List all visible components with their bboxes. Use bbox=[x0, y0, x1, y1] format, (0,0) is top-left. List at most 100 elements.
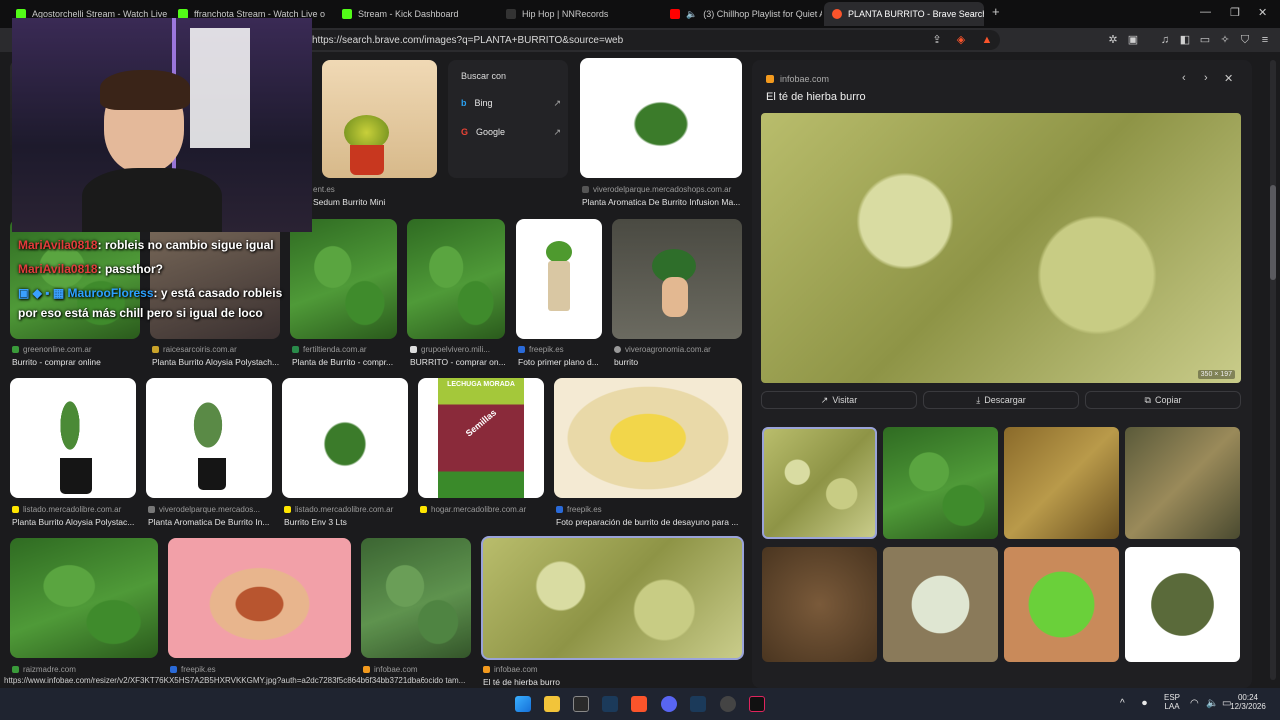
scrollbar-track[interactable] bbox=[1270, 60, 1276, 680]
related-image-4[interactable] bbox=[1125, 427, 1240, 539]
result-image-4[interactable] bbox=[150, 219, 280, 339]
result-caption[interactable]: El té de hierba burro bbox=[483, 677, 623, 687]
result-source: greenonline.com.ar bbox=[12, 345, 142, 354]
result-image-16[interactable] bbox=[361, 538, 471, 658]
address-bar[interactable]: https://search.brave.com/images?q=PLANTA… bbox=[300, 30, 1000, 50]
tiktok-icon[interactable] bbox=[749, 696, 765, 712]
plant bbox=[55, 388, 85, 463]
result-caption[interactable]: Planta Aromatica De Burrito In... bbox=[148, 517, 273, 527]
tab-chillhop[interactable]: 🔈 (3) Chillhop Playlist for Quiet Afte bbox=[662, 2, 822, 26]
chat-message: MariAvila0818: robleis no cambio sigue i… bbox=[18, 238, 274, 252]
result-caption[interactable]: Foto primer plano d... bbox=[518, 357, 606, 367]
tab-kick-dashboard[interactable]: Stream - Kick Dashboard bbox=[334, 2, 494, 26]
prev-arrow-icon[interactable]: ‹ bbox=[1182, 72, 1186, 84]
shirt bbox=[82, 168, 222, 232]
result-image-6[interactable] bbox=[407, 219, 505, 339]
result-image-2[interactable] bbox=[580, 58, 742, 178]
result-caption[interactable]: Planta Aromatica De Burrito Infusion Ma.… bbox=[582, 197, 744, 207]
input-language[interactable]: ESP LAA bbox=[1160, 693, 1184, 711]
steam-icon[interactable] bbox=[602, 696, 618, 712]
brave-rewards-icon[interactable]: ▲ bbox=[980, 33, 994, 47]
brave-icon[interactable] bbox=[631, 696, 647, 712]
result-caption[interactable]: Burrito Env 3 Lts bbox=[284, 517, 409, 527]
result-image-15[interactable] bbox=[168, 538, 351, 658]
discord-icon[interactable] bbox=[661, 696, 677, 712]
infobae-icon bbox=[766, 75, 774, 83]
tab-title: Stream - Kick Dashboard bbox=[358, 9, 459, 19]
status-bar-url: https://www.infobae.com/resizer/v2/XF3KT… bbox=[0, 676, 436, 688]
tab-title: Hip Hop | NNRecords bbox=[522, 9, 609, 19]
result-caption[interactable]: Planta Burrito Aloysia Polystac... bbox=[12, 517, 137, 527]
brave-shields-icon[interactable]: ◈ bbox=[954, 33, 968, 47]
pot bbox=[350, 145, 384, 175]
obs-icon[interactable] bbox=[720, 696, 736, 712]
related-image-6[interactable] bbox=[883, 547, 998, 662]
search-with-bing[interactable]: b Bing ↗ bbox=[461, 96, 561, 110]
search-with-google[interactable]: G Google ↗ bbox=[461, 125, 561, 139]
share-icon[interactable]: ⇪ bbox=[930, 33, 944, 47]
stream-webcam-overlay bbox=[12, 18, 312, 232]
result-image-selected[interactable] bbox=[481, 536, 744, 660]
result-image-7[interactable] bbox=[516, 219, 602, 339]
result-image-10[interactable] bbox=[146, 378, 272, 498]
tab-planta-burrito[interactable]: PLANTA BURRITO - Brave Search ✕ bbox=[824, 2, 984, 26]
close-window-button[interactable]: ✕ bbox=[1258, 6, 1267, 19]
result-image-14[interactable] bbox=[10, 538, 158, 658]
epic-games-icon[interactable] bbox=[573, 696, 589, 712]
screenshot-icon[interactable]: ▣ bbox=[1126, 33, 1140, 47]
hair bbox=[100, 70, 190, 110]
related-image-3[interactable] bbox=[1004, 427, 1119, 539]
related-image-2[interactable] bbox=[883, 427, 998, 539]
speaker-icon: 🔈 bbox=[686, 8, 698, 19]
minimize-button[interactable]: — bbox=[1200, 6, 1211, 18]
volume-icon[interactable]: 🔈 bbox=[1206, 698, 1218, 709]
result-source: freepik.es bbox=[518, 345, 608, 354]
wallet-icon[interactable]: ▭ bbox=[1198, 33, 1212, 47]
preview-source[interactable]: infobae.com bbox=[766, 74, 829, 84]
menu-icon[interactable]: ≡ bbox=[1258, 33, 1272, 47]
steam-icon[interactable] bbox=[690, 696, 706, 712]
close-preview-icon[interactable]: ✕ bbox=[1224, 72, 1233, 85]
result-image-9[interactable] bbox=[10, 378, 136, 498]
copy-button[interactable]: ⧉ Copiar bbox=[1085, 391, 1241, 409]
result-image-13[interactable] bbox=[554, 378, 742, 498]
result-caption[interactable]: Planta Burrito Aloysia Polystach... bbox=[152, 357, 282, 367]
related-image-5[interactable] bbox=[762, 547, 877, 662]
result-image-sedum[interactable] bbox=[322, 60, 437, 178]
result-caption[interactable]: Sedum Burrito Mini bbox=[313, 197, 438, 207]
result-caption[interactable]: Burrito - comprar online bbox=[12, 357, 147, 367]
wifi-icon[interactable]: ◠ bbox=[1190, 698, 1199, 709]
next-arrow-icon[interactable]: › bbox=[1204, 72, 1208, 84]
result-caption[interactable]: burrito bbox=[614, 357, 744, 367]
windows-start-icon[interactable] bbox=[515, 696, 531, 712]
sidebar-icon[interactable]: ◧ bbox=[1178, 33, 1192, 47]
chevron-up-icon[interactable]: ^ bbox=[1120, 698, 1125, 709]
download-icon: ⤓ bbox=[976, 394, 981, 405]
new-tab-button[interactable]: + bbox=[992, 4, 1000, 19]
leo-icon[interactable]: ✧ bbox=[1218, 33, 1232, 47]
related-image-8[interactable] bbox=[1125, 547, 1240, 662]
result-image-3[interactable] bbox=[10, 219, 140, 339]
pot bbox=[60, 458, 92, 494]
result-caption[interactable]: Foto preparación de burrito de desayuno … bbox=[556, 517, 746, 527]
file-explorer-icon[interactable] bbox=[544, 696, 560, 712]
result-source: viverodelparque.mercadoshops.com.ar bbox=[582, 185, 742, 194]
tab-nnrecords[interactable]: Hip Hop | NNRecords bbox=[498, 2, 658, 26]
media-icon[interactable]: ♫ bbox=[1158, 33, 1172, 47]
microphone-icon[interactable]: ⏺ bbox=[1142, 698, 1147, 709]
result-image-11[interactable] bbox=[282, 378, 408, 498]
scrollbar-thumb[interactable] bbox=[1270, 185, 1276, 280]
related-image-1[interactable] bbox=[762, 427, 877, 539]
maximize-button[interactable]: ❐ bbox=[1230, 6, 1240, 19]
result-caption[interactable]: Planta de Burrito - compr... bbox=[292, 357, 404, 367]
clock[interactable]: 00:24 12/3/2026 bbox=[1224, 693, 1272, 711]
vpn-icon[interactable]: ⛉ bbox=[1238, 33, 1252, 47]
extensions-icon[interactable]: ✲ bbox=[1106, 33, 1120, 47]
related-image-7[interactable] bbox=[1004, 547, 1119, 662]
visit-button[interactable]: ↗ Visitar bbox=[761, 391, 917, 409]
download-button[interactable]: ⤓ Descargar bbox=[923, 391, 1079, 409]
result-image-12[interactable]: LECHUGA MORADA Semillas bbox=[418, 378, 544, 498]
result-caption[interactable]: BURRITO - comprar on... bbox=[410, 357, 508, 367]
result-image-8[interactable] bbox=[612, 219, 742, 339]
result-image-5[interactable] bbox=[290, 219, 397, 339]
